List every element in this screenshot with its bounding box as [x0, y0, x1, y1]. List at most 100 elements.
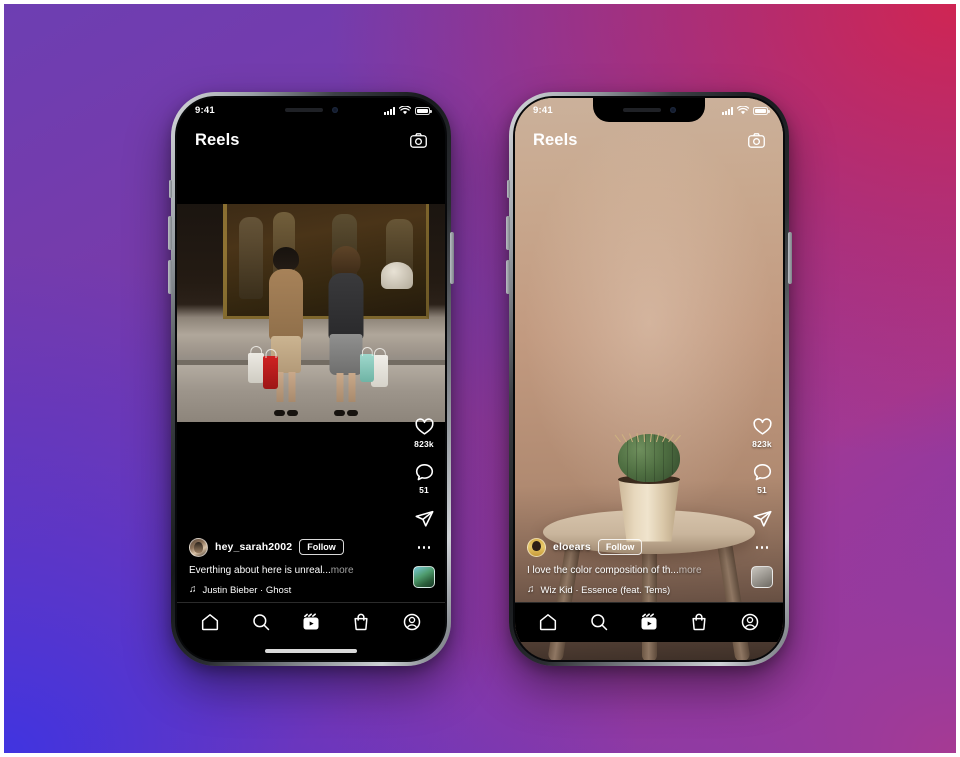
search-icon[interactable] — [589, 612, 609, 632]
mute-switch[interactable] — [507, 179, 510, 198]
search-icon[interactable] — [251, 612, 271, 632]
reel-content-left[interactable]: 823k 51 hey_sarah2002 Follow Everthing a… — [177, 157, 445, 602]
status-bar: 9:41 — [515, 98, 783, 124]
sidebar-item-home[interactable] — [531, 607, 565, 637]
sidebar-item-profile[interactable] — [733, 607, 767, 637]
avatar[interactable] — [189, 537, 208, 557]
music-note-icon: ♫ — [527, 584, 535, 595]
share-icon[interactable] — [752, 508, 773, 529]
caption-user-row: hey_sarah2002 Follow — [189, 537, 405, 557]
volume-down-button[interactable] — [168, 259, 172, 294]
home-indicator[interactable] — [265, 648, 357, 653]
comment-icon[interactable] — [752, 462, 773, 483]
follow-button[interactable]: Follow — [597, 539, 643, 555]
gradient-backdrop: 9:41 Reels 823k 51 hey_sarah2002 Follow … — [4, 4, 956, 753]
caption-block-right: eloears Follow I love the color composit… — [515, 537, 783, 596]
mute-switch[interactable] — [169, 179, 172, 198]
caption-more-link[interactable]: more — [679, 565, 702, 576]
tab-bar-left — [177, 601, 445, 642]
phone-left: 9:41 Reels 823k 51 hey_sarah2002 Follow … — [168, 91, 454, 666]
screen-left: 9:41 Reels 823k 51 hey_sarah2002 Follow … — [177, 97, 445, 660]
sidebar-item-profile[interactable] — [395, 607, 429, 637]
reels-header-left: Reels — [177, 124, 445, 158]
status-bar: 9:41 — [177, 98, 445, 124]
wifi-icon — [737, 106, 749, 115]
audio-thumbnail-icon[interactable] — [413, 565, 435, 588]
power-button[interactable] — [788, 231, 792, 284]
like-action[interactable]: 823k — [414, 416, 435, 449]
comment-action[interactable]: 51 — [414, 462, 435, 495]
more-options-icon[interactable] — [417, 542, 431, 553]
heart-icon[interactable] — [414, 416, 435, 437]
sidebar-item-shop[interactable] — [682, 607, 716, 637]
reels-icon[interactable] — [301, 612, 321, 632]
heart-icon[interactable] — [752, 416, 773, 437]
comment-action[interactable]: 51 — [752, 462, 773, 495]
power-button[interactable] — [450, 231, 454, 284]
caption-block-left: hey_sarah2002 Follow Everthing about her… — [177, 537, 445, 596]
caption-more-link[interactable]: more — [331, 565, 354, 576]
username[interactable]: eloears — [553, 541, 591, 553]
sidebar-item-reels[interactable] — [294, 607, 328, 637]
comment-count: 51 — [419, 484, 429, 495]
page-title: Reels — [195, 131, 240, 149]
wifi-icon — [399, 106, 411, 115]
page-title: Reels — [533, 131, 578, 149]
reels-header-right: Reels — [515, 124, 783, 158]
status-indicators — [722, 106, 770, 115]
more-options-icon[interactable] — [755, 542, 769, 553]
shop-bag-icon[interactable] — [689, 612, 709, 632]
sidebar-item-search[interactable] — [244, 607, 278, 637]
audio-row[interactable]: ♫ Wiz Kid · Essence (feat. Tems) — [527, 585, 743, 596]
sidebar-item-home[interactable] — [193, 607, 227, 637]
audio-title: Justin Bieber · Ghost — [202, 584, 292, 596]
status-time: 9:41 — [533, 105, 553, 116]
sidebar-item-reels[interactable] — [632, 607, 666, 637]
home-indicator-area — [177, 641, 445, 660]
caption-text[interactable]: Everthing about here is unreal...more — [189, 564, 405, 577]
status-indicators — [384, 106, 432, 115]
tab-bar-right — [515, 601, 783, 642]
action-rail-left: 823k 51 — [413, 416, 435, 588]
home-icon[interactable] — [538, 612, 558, 632]
caption-body: Everthing about here is unreal... — [189, 564, 331, 576]
camera-icon[interactable] — [747, 131, 766, 150]
follow-button[interactable]: Follow — [299, 539, 344, 555]
music-note-icon: ♫ — [189, 584, 197, 595]
comment-count: 51 — [757, 484, 767, 495]
like-count: 823k — [414, 438, 434, 449]
home-icon[interactable] — [200, 612, 220, 632]
caption-text[interactable]: I love the color composition of th...mor… — [527, 564, 743, 577]
camera-icon[interactable] — [409, 131, 428, 150]
sidebar-item-shop[interactable] — [344, 607, 378, 637]
like-count: 823k — [752, 438, 772, 449]
reels-icon[interactable] — [639, 612, 659, 632]
battery-icon — [753, 107, 770, 115]
phone-right: 9:41 Reels 823k 51 eloears Follow I love… — [506, 91, 792, 666]
battery-icon — [415, 107, 432, 115]
volume-down-button[interactable] — [506, 259, 510, 294]
username[interactable]: hey_sarah2002 — [215, 541, 292, 553]
volume-up-button[interactable] — [168, 215, 172, 250]
comment-icon[interactable] — [414, 462, 435, 483]
audio-row[interactable]: ♫ Justin Bieber · Ghost — [189, 585, 405, 596]
reel-content-right[interactable]: 823k 51 eloears Follow I love the color … — [515, 158, 783, 602]
share-action[interactable] — [752, 508, 773, 529]
avatar[interactable] — [527, 537, 546, 557]
share-action[interactable] — [414, 508, 435, 529]
status-time: 9:41 — [195, 105, 215, 116]
screen-right: 9:41 Reels 823k 51 eloears Follow I love… — [515, 97, 783, 660]
volume-up-button[interactable] — [506, 215, 510, 250]
caption-body: I love the color composition of th... — [527, 564, 679, 576]
shop-bag-icon[interactable] — [351, 612, 371, 632]
cellular-signal-icon — [722, 107, 733, 115]
audio-thumbnail-icon[interactable] — [751, 565, 773, 588]
profile-icon[interactable] — [402, 612, 422, 632]
profile-icon[interactable] — [740, 612, 760, 632]
like-action[interactable]: 823k — [752, 416, 773, 449]
sidebar-item-search[interactable] — [582, 607, 616, 637]
action-rail-right: 823k 51 — [751, 416, 773, 588]
caption-user-row: eloears Follow — [527, 537, 743, 557]
cellular-signal-icon — [384, 107, 395, 115]
share-icon[interactable] — [414, 508, 435, 529]
